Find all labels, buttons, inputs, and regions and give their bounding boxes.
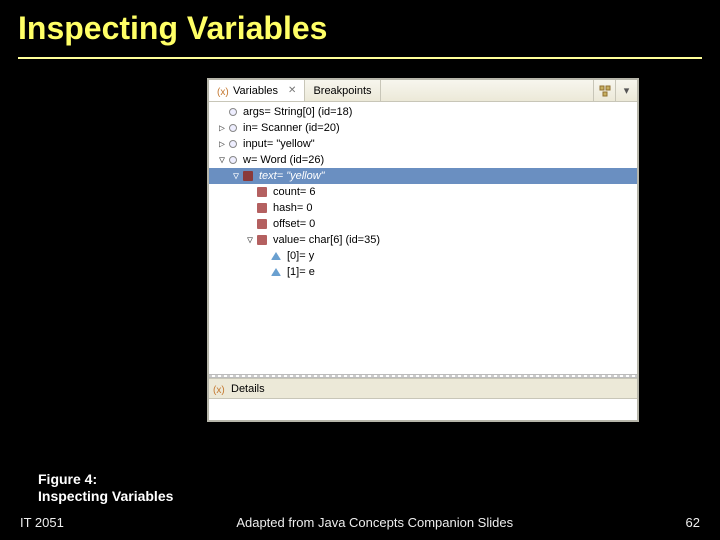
tree-label: [1]= e [287,266,315,278]
tree-label: args= String[0] (id=18) [243,106,352,118]
field-icon [257,235,267,245]
tree-row[interactable]: [1]= e [209,264,637,280]
expand-icon[interactable]: ▷ [215,139,229,150]
tree-label: in= Scanner (id=20) [243,122,340,134]
footer-left: IT 2051 [20,515,64,530]
svg-text:(x)=: (x)= [217,87,229,97]
tree-row[interactable]: hash= 0 [209,200,637,216]
tab-variables[interactable]: (x)= Variables ✕ [209,80,305,101]
tab-breakpoints[interactable]: Breakpoints [305,80,380,101]
collapse-icon[interactable]: ▽ [215,155,229,166]
tree-row[interactable]: [0]= y [209,248,637,264]
tree-label: offset= 0 [273,218,315,230]
tree-label: count= 6 [273,186,316,198]
footer: IT 2051 Adapted from Java Concepts Compa… [20,515,700,530]
collapse-icon[interactable]: ▽ [229,171,243,182]
tab-bar: (x)= Variables ✕ Breakpoints ▾ [209,80,637,102]
slide-title: Inspecting Variables [18,10,702,59]
tab-breakpoints-label: Breakpoints [313,85,371,97]
details-icon: (x)= [213,383,225,395]
field-icon [229,124,237,132]
tree-label: text= "yellow" [259,170,325,182]
variables-tree[interactable]: args= String[0] (id=18) ▷ in= Scanner (i… [209,102,637,374]
caption-line2: Inspecting Variables [38,488,173,505]
variables-icon: (x)= [217,85,229,97]
tree-label: [0]= y [287,250,314,262]
details-pane [209,398,637,420]
collapse-icon[interactable]: ▽ [243,235,257,246]
primitive-icon [271,268,281,276]
field-icon [229,156,237,164]
field-icon [257,203,267,213]
details-title: Details [231,383,265,395]
field-icon [243,171,253,181]
toolbar-button-2[interactable]: ▾ [615,80,637,101]
toolbar-button-1[interactable] [593,80,615,101]
menu-down-icon: ▾ [624,84,630,97]
field-icon [257,187,267,197]
details-header: (x)= Details [209,378,637,398]
tree-label: value= char[6] (id=35) [273,234,380,246]
caption-line1: Figure 4: [38,471,173,488]
tree-label: hash= 0 [273,202,312,214]
tree-row[interactable]: offset= 0 [209,216,637,232]
tree-row-selected[interactable]: ▽ text= "yellow" [209,168,637,184]
field-icon [229,108,237,116]
footer-center: Adapted from Java Concepts Companion Sli… [236,515,513,530]
figure-caption: Figure 4: Inspecting Variables [38,471,173,505]
primitive-icon [271,252,281,260]
tree-icon [599,85,611,97]
tree-row[interactable]: count= 6 [209,184,637,200]
close-icon[interactable]: ✕ [288,85,296,96]
tree-row[interactable]: ▽ value= char[6] (id=35) [209,232,637,248]
field-icon [229,140,237,148]
expand-icon[interactable]: ▷ [215,123,229,134]
footer-right: 62 [686,515,700,530]
tree-row[interactable]: ▷ input= "yellow" [209,136,637,152]
tab-variables-label: Variables [233,85,278,97]
tree-label: w= Word (id=26) [243,154,324,166]
tree-row[interactable]: args= String[0] (id=18) [209,104,637,120]
variables-panel: (x)= Variables ✕ Breakpoints ▾ args= Str… [208,79,638,421]
svg-text:(x)=: (x)= [213,385,225,395]
tree-row[interactable]: ▽ w= Word (id=26) [209,152,637,168]
tree-row[interactable]: ▷ in= Scanner (id=20) [209,120,637,136]
tree-label: input= "yellow" [243,138,315,150]
field-icon [257,219,267,229]
